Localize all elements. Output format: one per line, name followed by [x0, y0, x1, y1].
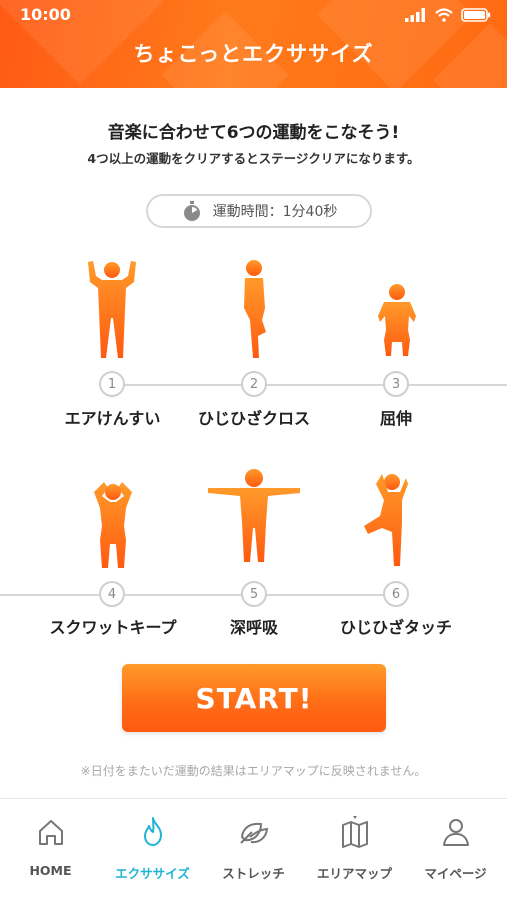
- person-icon: [442, 819, 469, 846]
- exercise-figure-air-chinup: [88, 261, 136, 358]
- tab-label: マイページ: [424, 866, 487, 881]
- tab-label: ストレッチ: [222, 866, 285, 881]
- exercise-label: 深呼吸: [229, 618, 278, 637]
- status-bar: 10:00: [0, 0, 507, 32]
- exercise-label: エアけんすい: [64, 409, 161, 428]
- progress-line: [104, 384, 507, 386]
- app-header: 10:00 ちょこっとエクササイズ: [0, 0, 507, 88]
- exercise-label: ひじひざタッチ: [339, 618, 452, 637]
- intro-title: 音楽に合わせて6つの運動をこなそう!: [107, 123, 400, 143]
- exercise-figure-knee-bend: [378, 284, 416, 356]
- step-number: 2: [241, 371, 267, 397]
- home-icon: [38, 820, 63, 845]
- step-number: 3: [383, 371, 409, 397]
- exercise-figure-deep-breath: [208, 469, 300, 562]
- tab-label: HOME: [29, 863, 72, 878]
- exercise-figure-elbow-knee-touch: [364, 474, 408, 566]
- tab-label: エリアマップ: [316, 866, 392, 881]
- tab-home[interactable]: HOME: [0, 815, 101, 895]
- battery-icon: [461, 8, 491, 22]
- page-title: ちょこっとエクササイズ: [133, 42, 374, 66]
- bottom-tab-bar: HOME エクササイズ ストレッチ エリアマップ マイページ: [0, 798, 507, 900]
- exercise-label: ひじひざクロス: [197, 409, 310, 428]
- intro-subtitle: 4つ以上の運動をクリアするとステージクリアになります。: [87, 151, 420, 166]
- wifi-icon: [435, 8, 453, 22]
- tab-area-map[interactable]: エリアマップ: [304, 815, 405, 895]
- leaf-icon: [239, 822, 268, 844]
- signal-icon: [405, 8, 425, 22]
- status-time: 10:00: [20, 5, 71, 24]
- exercise-figure-squat-keep: [94, 482, 132, 568]
- tab-my-page[interactable]: マイページ: [405, 815, 506, 895]
- status-icons: [405, 7, 491, 23]
- start-button-label: START!: [195, 681, 313, 715]
- tab-exercise[interactable]: エクササイズ: [102, 815, 203, 895]
- tab-label: エクササイズ: [115, 866, 190, 881]
- step-number: 4: [99, 581, 125, 607]
- notice-text: ※日付をまたいだ運動の結果はエリアマップに反映されません。: [80, 764, 427, 778]
- exercise-figure-elbow-knee-cross: [244, 260, 266, 358]
- flame-icon: [143, 817, 162, 846]
- map-icon: [341, 816, 368, 848]
- step-number: 5: [241, 581, 267, 607]
- duration-badge: 運動時間：1分40秒: [146, 194, 372, 228]
- tab-stretch[interactable]: ストレッチ: [203, 815, 304, 895]
- progress-line: [0, 594, 397, 596]
- step-number: 1: [99, 371, 125, 397]
- stopwatch-icon: [183, 201, 200, 221]
- duration-text: 運動時間：1分40秒: [212, 204, 338, 220]
- exercise-label: 屈伸: [379, 409, 412, 428]
- exercise-label: スクワットキープ: [49, 618, 177, 637]
- start-button[interactable]: START!: [122, 664, 386, 732]
- step-number: 6: [383, 581, 409, 607]
